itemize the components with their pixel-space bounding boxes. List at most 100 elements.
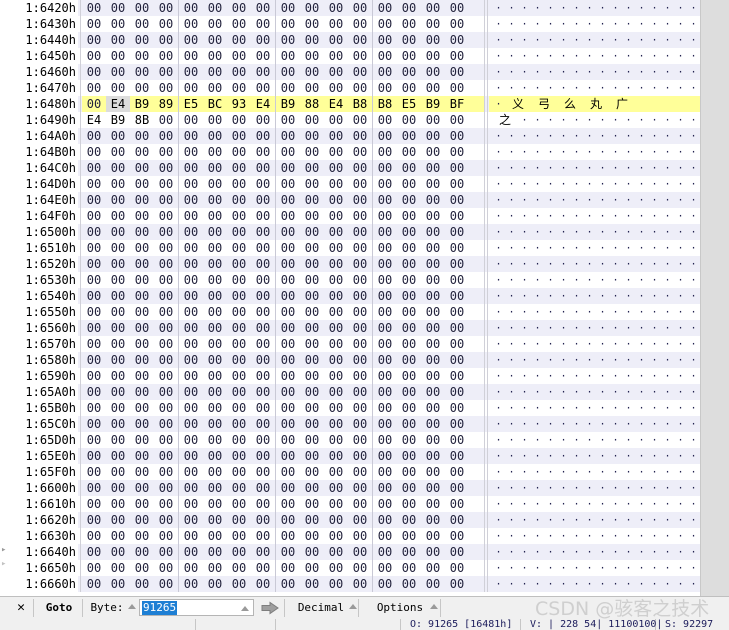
hex-byte-cell[interactable]: 00 — [324, 320, 348, 336]
hex-byte-cell[interactable]: 00 — [324, 192, 348, 208]
hex-byte-cell[interactable]: 00 — [421, 64, 445, 80]
hex-row[interactable]: 1:65A0h 00 00 00 00 00 00 00 00 00 00 00 00 00 00 00 00 ·… — [11, 384, 700, 400]
hex-byte-cell[interactable]: 88 — [300, 96, 324, 112]
hex-byte-cell[interactable]: 00 — [82, 0, 106, 16]
hex-byte-cell[interactable]: 00 — [227, 288, 251, 304]
text-cell-nonprintable[interactable]: · — [648, 544, 661, 560]
hex-byte-cell[interactable]: 00 — [300, 32, 324, 48]
text-cell-nonprintable[interactable]: · — [674, 208, 687, 224]
text-cell-nonprintable[interactable]: · — [609, 224, 622, 240]
text-cell-nonprintable[interactable]: · — [622, 80, 635, 96]
hex-row[interactable]: 1:64B0h 00 00 00 00 00 00 00 00 00 00 00 00 00 00 00 00 ·… — [11, 144, 700, 160]
hex-byte-cell[interactable]: 00 — [154, 48, 178, 64]
hex-byte-cell[interactable]: 00 — [130, 560, 154, 576]
hex-byte-cell[interactable]: 00 — [300, 208, 324, 224]
hex-byte-cell[interactable]: 00 — [373, 48, 397, 64]
hex-byte-cell[interactable]: 00 — [82, 272, 106, 288]
text-cell-nonprintable[interactable]: · — [687, 128, 700, 144]
text-cell-nonprintable[interactable]: · — [544, 464, 557, 480]
text-cell-nonprintable[interactable]: · — [583, 64, 596, 80]
text-cell-nonprintable[interactable]: · — [609, 448, 622, 464]
text-cell-nonprintable[interactable]: · — [622, 576, 635, 592]
hex-byte-cell[interactable]: 00 — [82, 48, 106, 64]
text-cell-nonprintable[interactable]: · — [635, 304, 648, 320]
hex-byte-cell[interactable]: 00 — [154, 384, 178, 400]
hex-byte-cell[interactable]: 00 — [130, 448, 154, 464]
hex-byte-cell[interactable]: 00 — [179, 272, 203, 288]
text-cell-nonprintable[interactable]: · — [570, 576, 583, 592]
text-cell-nonprintable[interactable]: · — [557, 128, 570, 144]
text-cell-nonprintable[interactable]: · — [557, 496, 570, 512]
text-cell-nonprintable[interactable]: · — [648, 448, 661, 464]
hex-byte-cell[interactable]: 00 — [324, 480, 348, 496]
hex-byte-cell[interactable]: 00 — [130, 512, 154, 528]
text-cell-nonprintable[interactable]: · — [609, 400, 622, 416]
text-cell-nonprintable[interactable]: · — [661, 288, 674, 304]
hex-row[interactable]: 1:6630h 00 00 00 00 00 00 00 00 00 00 00 00 00 00 00 00 ·… — [11, 528, 700, 544]
hex-byte-cell[interactable]: 00 — [348, 64, 372, 80]
hex-byte-cell[interactable]: 00 — [324, 352, 348, 368]
hex-byte-cell[interactable]: 00 — [251, 112, 275, 128]
text-cell-nonprintable[interactable]: · — [570, 64, 583, 80]
hex-byte-cell[interactable]: 00 — [324, 512, 348, 528]
text-cell-nonprintable[interactable]: · — [544, 256, 557, 272]
hex-byte-cell[interactable]: 00 — [251, 352, 275, 368]
hex-byte-cell[interactable]: 00 — [300, 544, 324, 560]
text-cell-nonprintable[interactable]: · — [505, 480, 518, 496]
text-cell-nonprintable[interactable]: · — [570, 496, 583, 512]
hex-byte-cell[interactable]: 00 — [106, 176, 130, 192]
hex-byte-cell[interactable]: 89 — [154, 96, 178, 112]
hex-byte-cell[interactable]: B9 — [276, 96, 300, 112]
text-cell-nonprintable[interactable]: · — [531, 128, 544, 144]
text-cell-nonprintable[interactable]: · — [687, 144, 700, 160]
text-cell-nonprintable[interactable]: · — [557, 320, 570, 336]
text-cell-nonprintable[interactable]: · — [583, 368, 596, 384]
hex-byte-cell[interactable]: 00 — [373, 288, 397, 304]
hex-byte-cell[interactable]: 00 — [179, 368, 203, 384]
hex-byte-cell[interactable]: 00 — [276, 192, 300, 208]
hex-byte-cell[interactable]: 00 — [203, 320, 227, 336]
text-cell-nonprintable[interactable]: · — [518, 0, 531, 16]
text-cell-nonprintable[interactable]: · — [557, 576, 570, 592]
hex-byte-cell[interactable]: 00 — [130, 32, 154, 48]
hex-byte-cell[interactable]: 00 — [154, 144, 178, 160]
hex-byte-cell[interactable]: 00 — [445, 304, 469, 320]
text-cell-nonprintable[interactable]: · — [596, 336, 609, 352]
text-cell-nonprintable[interactable]: · — [531, 192, 544, 208]
text-cell-nonprintable[interactable]: · — [544, 112, 557, 128]
hex-byte-cell[interactable]: 00 — [106, 224, 130, 240]
text-cell-nonprintable[interactable]: · — [687, 256, 700, 272]
text-cell-nonprintable[interactable]: · — [635, 464, 648, 480]
text-cell-nonprintable[interactable]: · — [687, 320, 700, 336]
hex-byte-cell[interactable]: 00 — [348, 112, 372, 128]
text-cell-nonprintable[interactable]: · — [544, 0, 557, 16]
text-cell-nonprintable[interactable]: · — [570, 208, 583, 224]
text-cell-nonprintable[interactable]: · — [531, 528, 544, 544]
hex-byte-cell[interactable]: 00 — [445, 384, 469, 400]
hex-byte-cell[interactable]: 00 — [179, 32, 203, 48]
hex-byte-cell[interactable]: 00 — [373, 64, 397, 80]
hex-byte-cell[interactable]: 00 — [154, 272, 178, 288]
hex-byte-cell[interactable]: 00 — [203, 48, 227, 64]
text-cell-nonprintable[interactable]: · — [609, 240, 622, 256]
text-cell-nonprintable[interactable]: · — [583, 448, 596, 464]
hex-byte-cell[interactable]: 00 — [276, 320, 300, 336]
text-cell-nonprintable[interactable]: · — [687, 480, 700, 496]
text-cell-nonprintable[interactable]: · — [635, 496, 648, 512]
hex-byte-cell[interactable]: 00 — [203, 64, 227, 80]
hex-byte-cell[interactable]: 00 — [324, 496, 348, 512]
text-cell-nonprintable[interactable]: · — [687, 208, 700, 224]
text-cell-nonprintable[interactable]: · — [518, 400, 531, 416]
text-cell-nonprintable[interactable]: · — [635, 224, 648, 240]
hex-byte-cell[interactable]: 00 — [445, 112, 469, 128]
hex-byte-cell[interactable]: 00 — [348, 32, 372, 48]
hex-byte-cell[interactable]: 00 — [324, 416, 348, 432]
text-cell-nonprintable[interactable]: · — [596, 528, 609, 544]
hex-byte-cell[interactable]: 00 — [348, 256, 372, 272]
hex-byte-cell[interactable]: 00 — [82, 368, 106, 384]
options-dropdown[interactable]: Options — [369, 598, 431, 618]
text-cell-nonprintable[interactable]: · — [648, 128, 661, 144]
text-cell-nonprintable[interactable]: · — [635, 112, 648, 128]
hex-byte-cell[interactable]: 00 — [276, 208, 300, 224]
hex-byte-cell[interactable]: 00 — [203, 128, 227, 144]
